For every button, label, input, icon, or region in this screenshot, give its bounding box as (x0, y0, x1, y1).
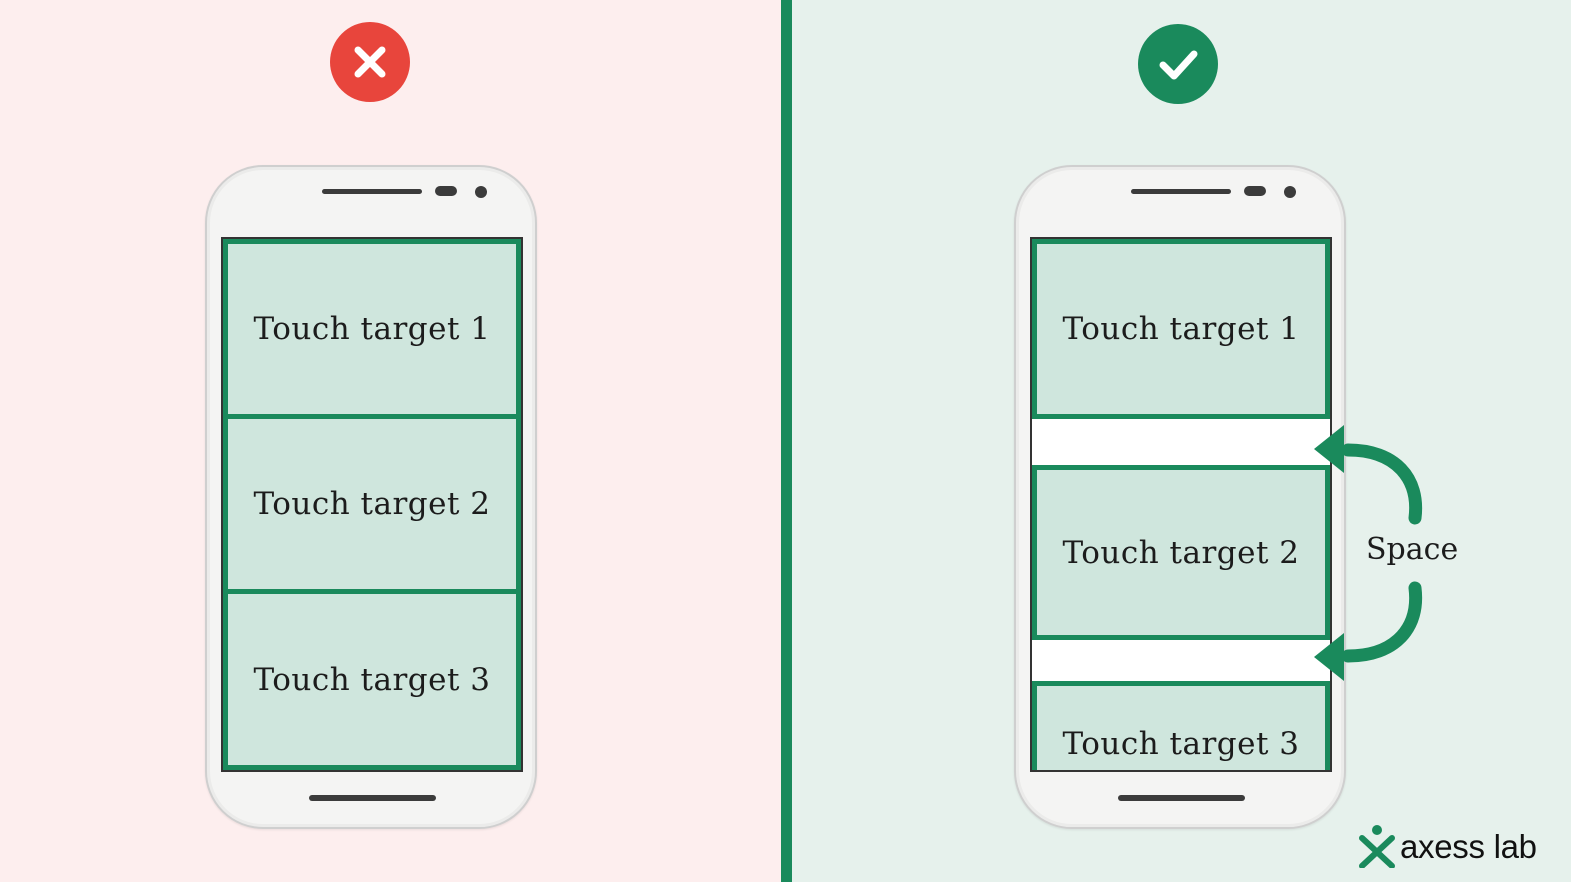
camera-icon (1284, 186, 1296, 198)
proximity-sensor (435, 186, 457, 196)
touch-target-label: Touch target 2 (1062, 534, 1300, 571)
phone-screen: Touch target 1 Touch target 2 Touch targ… (1030, 237, 1332, 772)
touch-target-3[interactable]: Touch target 3 (223, 589, 521, 770)
speaker-grille (1131, 189, 1231, 194)
touch-target-1[interactable]: Touch target 1 (1032, 239, 1330, 419)
panel-divider (781, 0, 792, 882)
touch-target-2[interactable]: Touch target 2 (1032, 465, 1330, 640)
touch-target-1[interactable]: Touch target 1 (223, 239, 521, 419)
touch-target-label: Touch target 3 (253, 661, 491, 698)
proximity-sensor (1244, 186, 1266, 196)
space-label: Space (1366, 532, 1459, 567)
checkmark-icon (1138, 24, 1218, 104)
person-x-icon (1359, 825, 1395, 868)
home-button (1118, 795, 1245, 801)
logo-text: axess lab (1400, 827, 1537, 865)
phone-good-example: Touch target 1 Touch target 2 Touch targ… (1014, 165, 1346, 829)
speaker-grille (322, 189, 422, 194)
touch-target-label: Touch target 1 (253, 311, 491, 347)
camera-icon (475, 186, 487, 198)
touch-target-2[interactable]: Touch target 2 (223, 414, 521, 594)
phone-bad-example: Touch target 1 Touch target 2 Touch targ… (205, 165, 537, 829)
touch-target-3[interactable]: Touch target 3 (1032, 681, 1330, 770)
phone-screen: Touch target 1 Touch target 2 Touch targ… (221, 237, 523, 772)
touch-target-label: Touch target 3 (1062, 726, 1300, 762)
touch-target-label: Touch target 2 (253, 486, 491, 522)
touch-target-label: Touch target 1 (1062, 311, 1300, 347)
x-mark-icon (330, 22, 410, 102)
home-button (309, 795, 436, 801)
axess-lab-logo: axess lab (1358, 824, 1537, 868)
